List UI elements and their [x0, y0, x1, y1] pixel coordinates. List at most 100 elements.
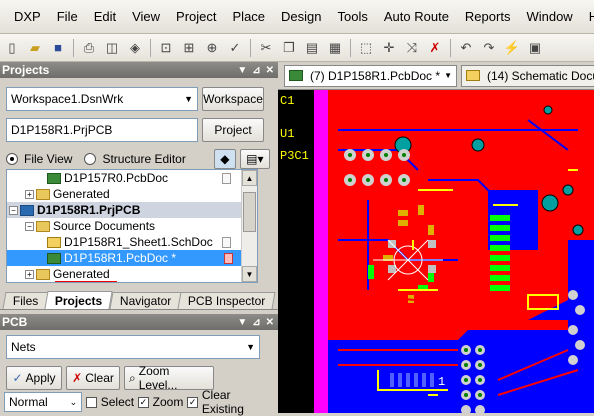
layer-stack-icon[interactable]: ◈ — [125, 38, 145, 58]
chevron-down-icon: ⌄ — [69, 396, 78, 407]
document-status-icon — [222, 236, 231, 248]
menu-design[interactable]: Design — [273, 9, 329, 24]
chevron-down-icon[interactable]: ▼ — [444, 71, 452, 80]
toolbar-separator — [250, 38, 251, 57]
zoom-selected-icon[interactable]: ⊞ — [179, 38, 199, 58]
mode-select[interactable]: Normal ⌄ — [4, 392, 83, 412]
zoom-checkbox[interactable]: ✓ — [138, 396, 149, 408]
menu-edit[interactable]: Edit — [86, 9, 124, 24]
pcb-canvas[interactable]: C1 U1 P3C1 1 — [278, 90, 594, 413]
move-icon[interactable]: ✛ — [379, 38, 399, 58]
clear-filter-icon[interactable]: ✗ — [425, 38, 445, 58]
tree-item-generated[interactable]: + Generated — [7, 186, 257, 202]
zoom-area-icon[interactable]: ⊡ — [156, 38, 176, 58]
redo-icon[interactable]: ↷ — [479, 38, 499, 58]
tree-item-project[interactable]: − D1P158R1.PrjPCB — [7, 202, 257, 218]
select-label[interactable]: Select — [101, 395, 134, 409]
menu-file[interactable]: File — [49, 9, 86, 24]
silk-label-c1: C1 — [280, 94, 295, 108]
menu-dxp[interactable]: DXP — [6, 9, 49, 24]
tree-scrollbar[interactable]: ▲ ▼ — [241, 170, 257, 282]
tree-item-source-documents[interactable]: − Source Documents — [7, 218, 257, 234]
collapse-icon[interactable]: − — [9, 205, 18, 215]
project-button[interactable]: Project — [202, 118, 264, 142]
magnifier-icon: ⌕ — [129, 370, 136, 385]
menu-window[interactable]: Window — [518, 9, 580, 24]
pin-icon[interactable]: ⊿ — [252, 65, 260, 76]
file-view-label[interactable]: File View — [24, 152, 72, 166]
select-checkbox[interactable] — [86, 396, 97, 408]
tree-item-label: D1P158R1_Sheet1.SchDoc — [64, 235, 213, 249]
clear-button[interactable]: ✗ Clear — [66, 366, 120, 390]
menu-reports[interactable]: Reports — [457, 9, 519, 24]
tree-item-schematic[interactable]: D1P158R1_Sheet1.SchDoc — [7, 234, 257, 250]
workspace-button[interactable]: Workspace — [202, 87, 264, 111]
zoom-filtered-icon[interactable]: ⊕ — [202, 38, 222, 58]
pcb-layout-drawing[interactable] — [278, 90, 594, 413]
apply-button[interactable]: ✓ Apply — [6, 366, 62, 390]
panel-menu-icon[interactable]: ▼ — [237, 317, 247, 328]
document-tab-schematic[interactable]: (14) Schematic Document — [460, 64, 594, 87]
scroll-thumb[interactable] — [243, 192, 256, 232]
close-icon[interactable]: ✕ — [266, 317, 274, 328]
zoom-check-icon[interactable]: ✓ — [225, 38, 245, 58]
close-icon[interactable]: ✕ — [266, 65, 274, 76]
pcb-filter-select[interactable]: Nets ▼ — [6, 335, 260, 359]
tab-navigator[interactable]: Navigator — [109, 292, 182, 309]
rubber-stamp-icon[interactable]: ▦ — [325, 38, 345, 58]
structure-editor-radio[interactable] — [84, 153, 97, 165]
new-file-icon[interactable]: ▯ — [2, 38, 22, 58]
undo-icon[interactable]: ↶ — [456, 38, 476, 58]
menu-auto-route[interactable]: Auto Route — [376, 9, 457, 24]
tree-item-pcb-doc-selected[interactable]: D1P158R1.PcbDoc * — [7, 250, 241, 266]
menu-help[interactable]: Help — [581, 9, 594, 24]
panel-menu-icon[interactable]: ▼ — [237, 65, 247, 76]
deselect-icon[interactable]: ⤨ — [402, 38, 422, 58]
zoom-checkbox-label[interactable]: Zoom — [153, 395, 184, 409]
pin-icon[interactable]: ⊿ — [252, 317, 260, 328]
cut-icon[interactable]: ✂ — [256, 38, 276, 58]
select-area-icon[interactable]: ⬚ — [356, 38, 376, 58]
tab-projects[interactable]: Projects — [44, 291, 114, 309]
document-tab-pcb[interactable]: (7) D1P158R1.PcbDoc * ▼ — [284, 64, 457, 87]
schematic-doc-icon — [465, 70, 480, 81]
document-tab-label: (14) Schematic Document — [486, 68, 594, 83]
pcb-panel-title: PCB — [2, 315, 28, 329]
document-tab-label: (7) D1P158R1.PcbDoc * — [310, 68, 441, 83]
clear-existing-label[interactable]: Clear Existing — [202, 388, 272, 416]
collapse-icon[interactable]: − — [25, 221, 34, 231]
workspace-select[interactable]: Workspace1.DsnWrk ▼ — [6, 87, 198, 111]
tree-item-pcb-doc-old[interactable]: D1P157R0.PcbDoc — [7, 170, 257, 186]
file-view-radio[interactable] — [6, 153, 18, 165]
scroll-down-icon[interactable]: ▼ — [242, 266, 257, 282]
menu-view[interactable]: View — [124, 9, 168, 24]
print-preview-icon[interactable]: ◫ — [102, 38, 122, 58]
project-field[interactable]: D1P158R1.PrjPCB — [6, 118, 198, 142]
menu-project[interactable]: Project — [168, 9, 224, 24]
project-row: D1P158R1.PrjPCB Project — [0, 118, 278, 142]
tab-pcb-inspector[interactable]: PCB Inspector — [177, 292, 276, 309]
menu-tools[interactable]: Tools — [330, 9, 376, 24]
cross-probe-icon[interactable]: ⚡ — [502, 38, 522, 58]
projects-panel-title: Projects — [2, 63, 50, 77]
project-options-icon[interactable]: ▤▾ — [239, 149, 270, 169]
print-icon[interactable]: ⎙ — [79, 38, 99, 58]
compile-icon[interactable]: ◆ — [213, 149, 236, 169]
chevron-down-icon: ▼ — [246, 342, 255, 352]
apply-label: Apply — [25, 371, 56, 385]
workspace-row: Workspace1.DsnWrk ▼ Workspace — [0, 87, 278, 111]
structure-editor-label[interactable]: Structure Editor — [102, 152, 185, 166]
paste-icon[interactable]: ▤ — [302, 38, 322, 58]
expand-icon[interactable]: + — [25, 269, 34, 279]
open-folder-icon[interactable]: ▰ — [25, 38, 45, 58]
scroll-up-icon[interactable]: ▲ — [242, 170, 257, 186]
zoom-level-button[interactable]: ⌕ Zoom Level... — [124, 364, 214, 392]
copy-icon[interactable]: ❐ — [279, 38, 299, 58]
library-icon[interactable]: ▣ — [525, 38, 545, 58]
expand-icon[interactable]: + — [25, 189, 34, 199]
clear-existing-checkbox[interactable]: ✓ — [187, 396, 198, 408]
tree-item-generated-2[interactable]: + Generated — [7, 266, 257, 282]
save-icon[interactable]: ■ — [48, 38, 68, 58]
menu-place[interactable]: Place — [225, 9, 274, 24]
tab-files[interactable]: Files — [2, 292, 49, 309]
